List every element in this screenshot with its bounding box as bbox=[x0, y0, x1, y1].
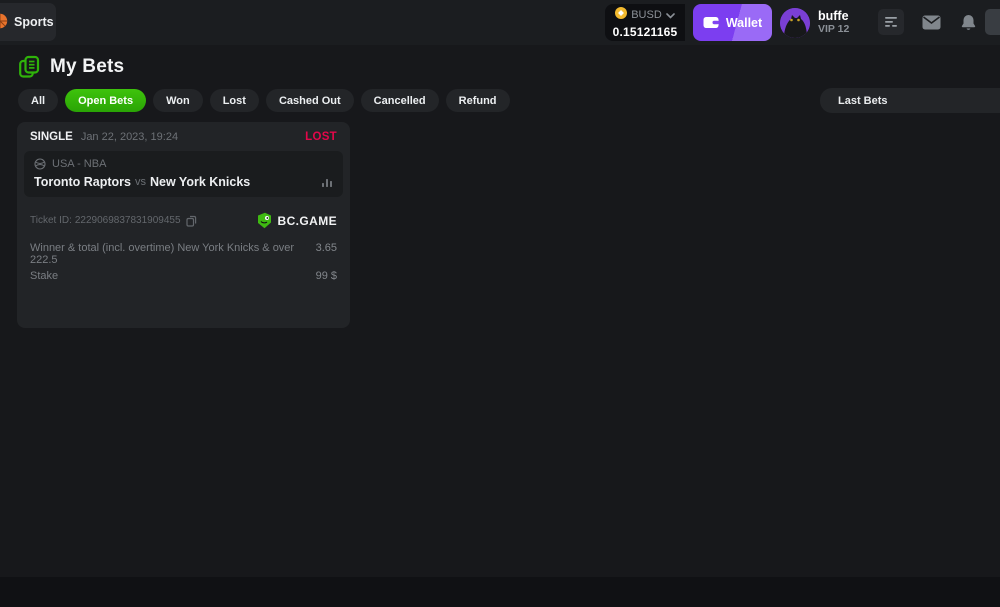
vs-separator: vs bbox=[135, 176, 146, 188]
stats-icon[interactable] bbox=[321, 176, 333, 188]
list-icon bbox=[884, 16, 898, 28]
bet-selection-row: Winner & total (incl. overtime) New York… bbox=[30, 242, 337, 266]
bell-icon bbox=[961, 14, 976, 31]
stake-value: 99 $ bbox=[316, 270, 337, 282]
chevron-down-icon bbox=[666, 6, 675, 24]
currency-selector[interactable]: BUSD 0.15121165 bbox=[605, 4, 685, 41]
filter-open-bets[interactable]: Open Bets bbox=[65, 89, 146, 112]
busd-coin-icon bbox=[615, 6, 627, 24]
inbox-button[interactable] bbox=[918, 9, 944, 35]
match-block[interactable]: USA - NBA Toronto Raptors vs New York Kn… bbox=[24, 151, 343, 197]
top-bar: Sports BUSD 0.15121165 bbox=[0, 0, 1000, 45]
currency-balance: 0.15121165 bbox=[613, 25, 678, 39]
filter-cashed-out[interactable]: Cashed Out bbox=[266, 89, 354, 112]
wallet-icon bbox=[703, 16, 719, 29]
sports-tab-label: Sports bbox=[14, 15, 54, 29]
envelope-icon bbox=[922, 15, 941, 30]
footer-band bbox=[0, 577, 1000, 607]
filter-cancelled[interactable]: Cancelled bbox=[361, 89, 439, 112]
currency-code: BUSD bbox=[631, 9, 662, 21]
username: buffe bbox=[818, 10, 849, 23]
sort-dropdown[interactable]: Last Bets bbox=[820, 88, 1000, 113]
sports-tab[interactable]: Sports bbox=[0, 3, 56, 41]
filter-won[interactable]: Won bbox=[153, 89, 203, 112]
sort-dropdown-label: Last Bets bbox=[838, 95, 888, 107]
ticket-id-label: Ticket ID: bbox=[30, 215, 72, 226]
league-label: USA - NBA bbox=[52, 158, 106, 170]
bet-odds-value: 3.65 bbox=[316, 242, 337, 266]
bet-filters: All Open Bets Won Lost Cashed Out Cancel… bbox=[18, 89, 510, 112]
sport-icon bbox=[34, 158, 46, 170]
wallet-button[interactable]: Wallet bbox=[693, 4, 772, 41]
stake-label: Stake bbox=[30, 270, 58, 282]
vip-level: VIP 12 bbox=[818, 23, 849, 36]
my-bets-icon bbox=[18, 55, 41, 79]
brand-logo: BC.GAME bbox=[256, 212, 337, 229]
brand-name: BC.GAME bbox=[278, 214, 337, 228]
bet-type: SINGLE bbox=[30, 131, 73, 143]
avatar bbox=[780, 8, 810, 38]
away-team: New York Knicks bbox=[150, 175, 250, 189]
bet-selection-label: Winner & total (incl. overtime) New York… bbox=[30, 242, 316, 266]
home-team: Toronto Raptors bbox=[34, 175, 131, 189]
bet-list-button[interactable] bbox=[878, 9, 904, 35]
bcgame-icon bbox=[256, 212, 273, 229]
bet-status-badge: LOST bbox=[305, 131, 337, 143]
filter-refund[interactable]: Refund bbox=[446, 89, 510, 112]
filter-lost[interactable]: Lost bbox=[210, 89, 259, 112]
wallet-button-label: Wallet bbox=[726, 16, 762, 30]
ticket-id-value: 2229069837831909455 bbox=[75, 215, 181, 226]
copy-icon[interactable] bbox=[186, 215, 197, 227]
basketball-icon bbox=[0, 13, 8, 32]
edge-button-cutoff[interactable] bbox=[985, 9, 1000, 35]
filter-all[interactable]: All bbox=[18, 89, 58, 112]
page-title: My Bets bbox=[50, 56, 124, 78]
stake-row: Stake 99 $ bbox=[30, 270, 337, 282]
bet-card: SINGLE Jan 22, 2023, 19:24 LOST USA - NB… bbox=[17, 122, 350, 328]
user-profile[interactable]: buffe VIP 12 bbox=[780, 8, 849, 38]
bet-date: Jan 22, 2023, 19:24 bbox=[81, 131, 178, 143]
notifications-button[interactable] bbox=[955, 9, 981, 35]
